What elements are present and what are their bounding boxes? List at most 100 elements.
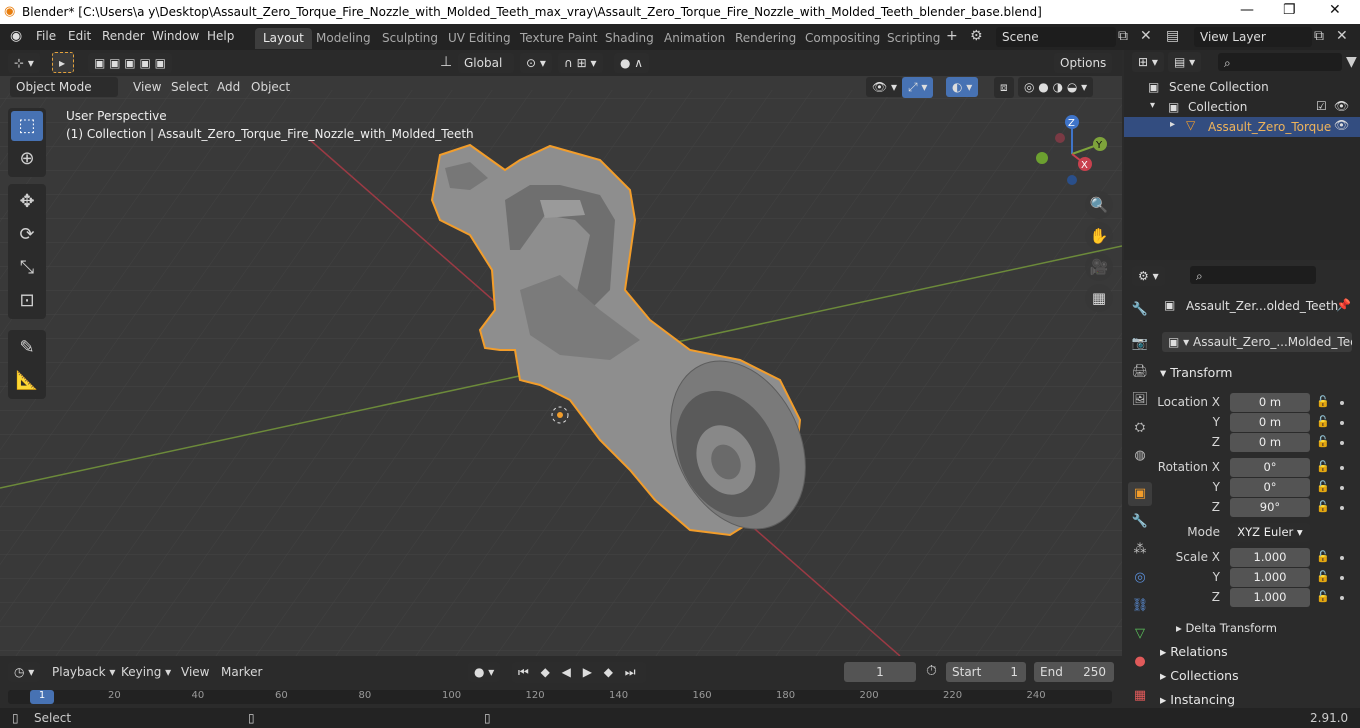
timeline-editor-icon[interactable]: ◷ ▾	[8, 662, 41, 682]
tab-compositing[interactable]: Compositing	[797, 28, 888, 49]
pivot-point-icon[interactable]: ⊙ ▾	[520, 53, 552, 73]
properties-search-input[interactable]: ⌕	[1190, 266, 1316, 284]
playback-controls[interactable]: ⏮ ◆ ◀ ▶ ◆ ⏭	[512, 662, 646, 683]
texture-tab-icon[interactable]: ▦	[1128, 684, 1152, 708]
pin-icon[interactable]: 📌	[1336, 298, 1351, 312]
playhead[interactable]: 1	[30, 690, 54, 704]
camera-view-icon[interactable]: 🎥	[1085, 253, 1113, 281]
hide-eye-icon[interactable]: 👁	[1334, 99, 1349, 113]
blender-menu-icon[interactable]: ◉	[10, 28, 22, 44]
expand-arrow-icon[interactable]: ▸	[1170, 119, 1175, 130]
tab-texture-paint[interactable]: Texture Paint	[512, 28, 605, 49]
lock-icon[interactable]: 🔓	[1316, 550, 1330, 563]
tab-rendering[interactable]: Rendering	[727, 28, 804, 49]
menu-edit[interactable]: Edit	[68, 29, 91, 43]
maximize-button[interactable]: ❐	[1283, 2, 1296, 18]
outliner-row-object[interactable]: ▸ ▽ Assault_Zero_Torque 👁	[1124, 117, 1360, 137]
close-button[interactable]: ✕	[1329, 2, 1341, 18]
current-frame-field[interactable]: 1	[844, 662, 916, 682]
delta-transform-subpanel[interactable]: ▸ Delta Transform	[1176, 621, 1277, 635]
scene-tab-icon[interactable]: ⛭	[1128, 416, 1152, 440]
timeline-menu-keying[interactable]: Keying ▾	[121, 665, 171, 679]
keyframe-dot[interactable]	[1340, 506, 1344, 510]
new-scene-icon[interactable]: ⧉	[1118, 28, 1128, 44]
cursor-tool-icon[interactable]: ⊕	[11, 144, 43, 174]
location-z-field[interactable]: 0 m	[1230, 433, 1310, 452]
rotation-mode-dropdown[interactable]: XYZ Euler ▾	[1230, 523, 1310, 542]
measure-tool-icon[interactable]: 📐	[11, 366, 43, 396]
options-dropdown[interactable]: Options	[1054, 53, 1113, 73]
tab-layout[interactable]: Layout	[255, 28, 312, 49]
world-tab-icon[interactable]: ◍	[1128, 444, 1152, 468]
tab-animation[interactable]: Animation	[656, 28, 733, 49]
expand-arrow-icon[interactable]: ▾	[1150, 100, 1155, 111]
outliner-editor-icon[interactable]: ⊞ ▾	[1132, 52, 1164, 72]
object-mode-dropdown[interactable]: Object Mode	[10, 77, 118, 97]
properties-editor-icon[interactable]: ⚙ ▾	[1132, 266, 1165, 286]
constraints-tab-icon[interactable]: ⛓	[1128, 594, 1152, 618]
modifier-tab-icon[interactable]: 🔧	[1128, 510, 1152, 534]
proportional-edit-icon[interactable]: ● ∧	[614, 53, 650, 73]
physics-tab-icon[interactable]: ◎	[1128, 566, 1152, 590]
lock-icon[interactable]: 🔓	[1316, 590, 1330, 603]
hide-eye-icon[interactable]: 👁	[1334, 118, 1349, 132]
material-tab-icon[interactable]: ●	[1128, 650, 1152, 674]
lock-icon[interactable]: 🔓	[1316, 500, 1330, 513]
remove-view-layer-icon[interactable]: ✕	[1336, 28, 1348, 44]
zoom-icon[interactable]: 🔍	[1085, 191, 1113, 219]
data-tab-icon[interactable]: ▽	[1128, 622, 1152, 646]
select-mode-buttons[interactable]: ▣ ▣ ▣ ▣ ▣	[88, 53, 172, 73]
preview-range-icon[interactable]: ⏱	[926, 663, 937, 679]
new-view-layer-icon[interactable]: ⧉	[1314, 28, 1324, 44]
scale-y-field[interactable]: 1.000	[1230, 568, 1310, 587]
particles-tab-icon[interactable]: ⁂	[1128, 538, 1152, 562]
tab-scripting[interactable]: Scripting	[879, 28, 948, 49]
auto-keying-icon[interactable]: ● ▾	[468, 662, 501, 682]
scale-z-field[interactable]: 1.000	[1230, 588, 1310, 607]
object-name-field[interactable]: ▣ ▾ Assault_Zero_...Molded_Teeth	[1162, 332, 1352, 352]
xray-icon[interactable]: ⧈	[994, 77, 1014, 98]
keyframe-dot[interactable]	[1340, 421, 1344, 425]
menu-help[interactable]: Help	[207, 29, 234, 43]
visibility-icon[interactable]: 👁 ▾	[866, 77, 904, 97]
lock-icon[interactable]: 🔓	[1316, 415, 1330, 428]
tab-uv-editing[interactable]: UV Editing	[440, 28, 519, 49]
end-frame-field[interactable]: End 250	[1034, 662, 1114, 682]
scene-selector[interactable]: Scene	[996, 27, 1116, 47]
timeline-menu-marker[interactable]: Marker	[221, 665, 262, 679]
keyframe-dot[interactable]	[1340, 466, 1344, 470]
filter-icon[interactable]: ▼	[1346, 54, 1357, 70]
view-layer-selector[interactable]: View Layer	[1194, 27, 1312, 47]
timeline-menu-playback[interactable]: Playback ▾	[52, 665, 115, 679]
select-box-tool-icon[interactable]: ▸	[52, 52, 74, 73]
outliner-row-scene-collection[interactable]: ▣ Scene Collection	[1124, 78, 1360, 98]
tab-modeling[interactable]: Modeling	[308, 28, 379, 49]
lock-icon[interactable]: 🔓	[1316, 460, 1330, 473]
collections-panel-header[interactable]: ▸ Collections	[1160, 668, 1239, 683]
scale-x-field[interactable]: 1.000	[1230, 548, 1310, 567]
annotate-tool-icon[interactable]: ✎	[11, 333, 43, 363]
exclude-checkbox[interactable]: ☑	[1316, 99, 1327, 113]
menu-render[interactable]: Render	[102, 29, 145, 43]
minimize-button[interactable]: —	[1240, 2, 1254, 18]
location-y-field[interactable]: 0 m	[1230, 413, 1310, 432]
transform-orientation-dropdown[interactable]: Global	[458, 53, 514, 73]
perspective-grid-icon[interactable]: ▦	[1085, 284, 1113, 312]
rotation-x-field[interactable]: 0°	[1230, 458, 1310, 477]
transform-tool-icon[interactable]: ⊡	[11, 286, 43, 316]
pan-hand-icon[interactable]: ✋	[1085, 222, 1113, 250]
timeline-menu-view[interactable]: View	[181, 665, 209, 679]
render-tab-icon[interactable]: 📷	[1128, 332, 1152, 356]
scene-icon[interactable]: ⚙	[970, 28, 983, 44]
rotate-tool-icon[interactable]: ⟳	[11, 220, 43, 250]
output-tab-icon[interactable]: 🖨	[1128, 360, 1152, 384]
lock-icon[interactable]: 🔓	[1316, 435, 1330, 448]
object-tab-icon[interactable]: ▣	[1128, 482, 1152, 506]
tab-shading[interactable]: Shading	[597, 28, 662, 49]
tool-tab-icon[interactable]: 🔧	[1128, 298, 1152, 322]
3d-viewport[interactable]: ⊹ ▾ ▸ ▣ ▣ ▣ ▣ ▣ ⊥ Global ⊙ ▾ ∩ ⊞ ▾ ● ∧ O…	[0, 50, 1122, 656]
viewport-menu-add[interactable]: Add	[217, 80, 240, 94]
add-workspace-icon[interactable]: +	[946, 28, 958, 44]
lock-icon[interactable]: 🔓	[1316, 480, 1330, 493]
navigation-gizmo[interactable]: Z Y X	[1030, 112, 1120, 192]
